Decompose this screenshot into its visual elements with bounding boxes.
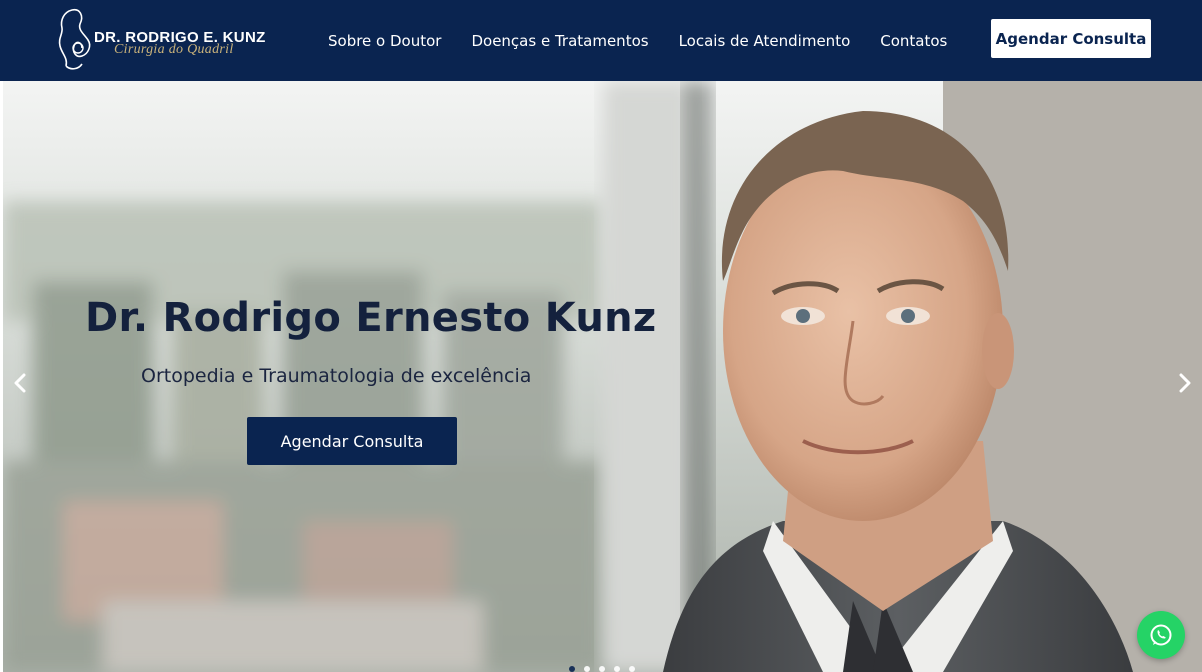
whatsapp-icon [1150,624,1172,646]
nav-item-contatos[interactable]: Contatos [880,32,947,50]
brand-tagline: Cirurgia do Quadril [114,42,234,57]
carousel-dot-3[interactable] [599,666,605,672]
carousel-indicators [569,666,644,672]
site-header: DR. RODRIGO E. KUNZ Cirurgia do Quadril … [0,0,1202,81]
nav-item-locais[interactable]: Locais de Atendimento [679,32,851,50]
main-nav: Sobre o Doutor Doenças e Tratamentos Loc… [328,0,977,81]
carousel-dot-5[interactable] [629,666,635,672]
nav-item-sobre[interactable]: Sobre o Doutor [328,32,441,50]
carousel-dot-4[interactable] [614,666,620,672]
hip-bone-logo-icon [58,8,91,70]
hero-schedule-button[interactable]: Agendar Consulta [247,417,457,465]
logo[interactable]: DR. RODRIGO E. KUNZ Cirurgia do Quadril [54,6,284,74]
chevron-right-icon [1179,373,1191,393]
header-schedule-button[interactable]: Agendar Consulta [991,19,1151,58]
carousel-next-button[interactable] [1173,371,1197,395]
carousel-dot-1[interactable] [569,666,575,672]
hero-carousel: Dr. Rodrigo Ernesto Kunz Ortopedia e Tra… [3,81,1202,672]
hero-title: Dr. Rodrigo Ernesto Kunz [85,295,657,341]
nav-item-doencas[interactable]: Doenças e Tratamentos [471,32,648,50]
chevron-left-icon [14,373,26,393]
hero-subtitle: Ortopedia e Traumatologia de excelência [141,365,532,387]
whatsapp-button[interactable] [1137,611,1185,659]
carousel-prev-button[interactable] [8,371,32,395]
carousel-dot-2[interactable] [584,666,590,672]
